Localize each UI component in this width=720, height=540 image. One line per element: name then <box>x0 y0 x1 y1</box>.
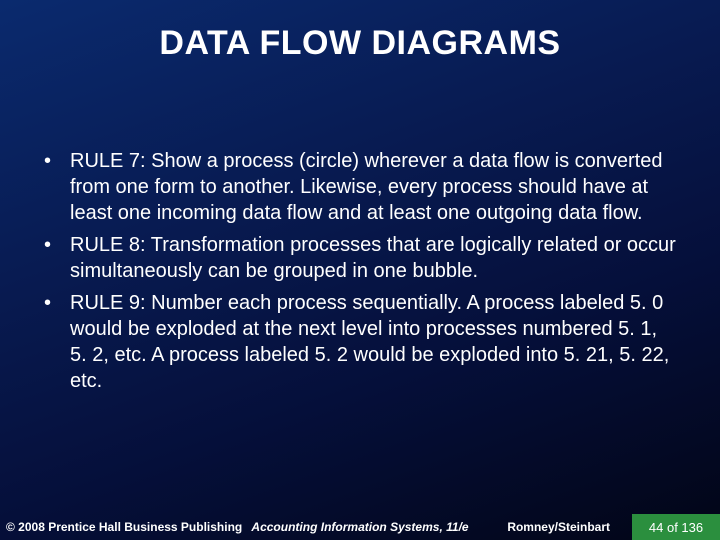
bullet-text: RULE 8: Transformation processes that ar… <box>70 232 676 284</box>
bullet-marker: • <box>44 290 70 316</box>
slide-body: • RULE 7: Show a process (circle) wherev… <box>44 148 676 400</box>
page-number-badge: 44 of 136 <box>632 514 720 540</box>
footer-book-title: Accounting Information Systems, 11/e <box>0 520 720 534</box>
slide-footer: © 2008 Prentice Hall Business Publishing… <box>0 514 720 540</box>
bullet-text: RULE 7: Show a process (circle) wherever… <box>70 148 676 226</box>
footer-authors: Romney/Steinbart <box>507 520 610 534</box>
bullet-text: RULE 9: Number each process sequentially… <box>70 290 676 394</box>
bullet-marker: • <box>44 148 70 174</box>
slide: DATA FLOW DIAGRAMS • RULE 7: Show a proc… <box>0 0 720 540</box>
bullet-marker: • <box>44 232 70 258</box>
bullet-item: • RULE 8: Transformation processes that … <box>44 232 676 284</box>
slide-title: DATA FLOW DIAGRAMS <box>0 24 720 63</box>
bullet-item: • RULE 9: Number each process sequential… <box>44 290 676 394</box>
bullet-item: • RULE 7: Show a process (circle) wherev… <box>44 148 676 226</box>
